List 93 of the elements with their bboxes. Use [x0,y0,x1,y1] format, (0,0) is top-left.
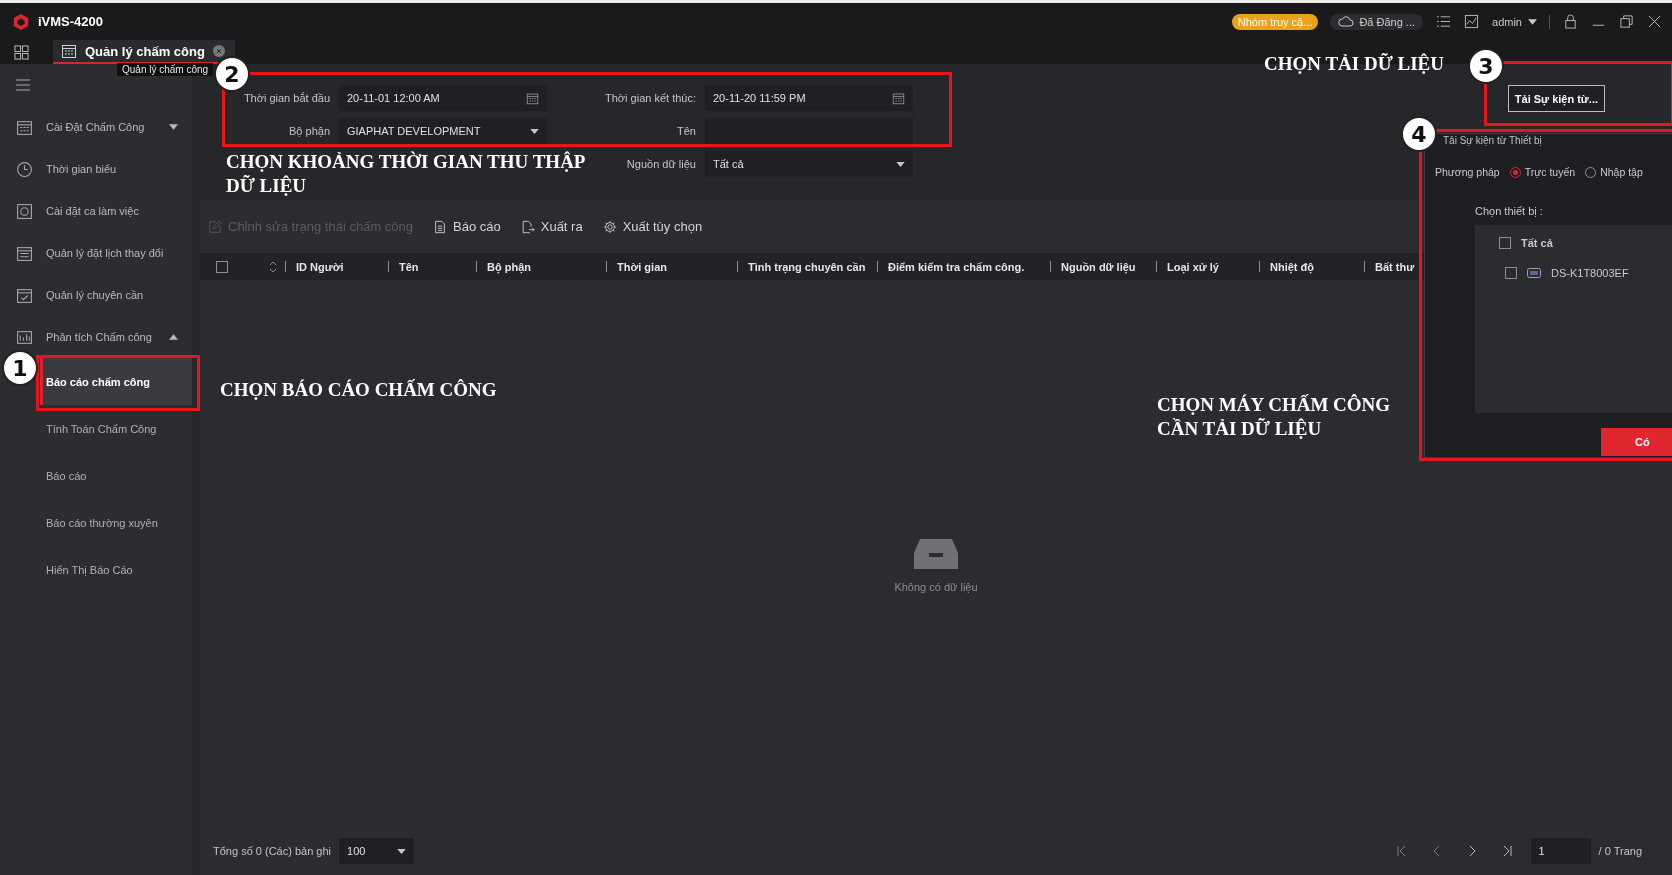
toolbar-button[interactable]: Xuất tùy chọn [602,219,703,234]
step-caption: CHỌN MÁY CHẤM CÔNG CẦN TẢI DỮ LIỆU [1157,393,1392,441]
select-all-label: Tất cả [1521,237,1553,249]
sidebar-item[interactable]: Quản lý đặt lịch thay đổi [0,232,192,274]
device-name: DS-K1T8003EF [1551,267,1629,279]
empty-message: Không có dữ liệu [894,581,978,593]
calendar-icon [16,118,33,136]
sidebar-item[interactable]: Quản lý chuyên cần [0,274,192,316]
sidebar-subitem[interactable]: Báo cáo thường xuyên [40,499,192,546]
grid-icon[interactable] [14,45,29,60]
cloud-status-button[interactable]: Đã Đăng ... [1330,13,1424,30]
module-tab[interactable]: Quản lý chấm công [53,40,235,64]
tooltip: Quản lý chấm công [117,63,214,76]
toolbar-button[interactable]: Xuất ra [520,219,583,234]
cloud-icon [1338,16,1355,27]
sort-icon[interactable] [269,260,277,273]
sidebar-subitem[interactable]: Báo cáo chấm công [40,358,192,405]
document-icon [433,219,448,234]
sidebar-item[interactable]: Cài đặt ca làm việc [0,190,192,232]
caret-icon[interactable] [896,161,905,167]
step-caption: CHỌN TẢI DỮ LIỆU [1264,52,1444,76]
column-header[interactable]: Nhiệt độ [1270,260,1314,273]
caret-icon[interactable] [1528,18,1537,25]
column-header[interactable]: Bộ phận [487,260,531,273]
user-name[interactable]: admin [1492,15,1522,28]
select-all-checkbox[interactable] [216,260,228,273]
caret-icon[interactable] [169,334,178,340]
page-total: / 0 Trang [1598,845,1642,857]
step-caption: CHỌN BÁO CÁO CHẤM CÔNG [220,378,497,402]
first-page-icon[interactable] [1395,845,1408,857]
device-label: Chọn thiết bị : [1475,205,1543,217]
column-header[interactable]: Tình trạng chuyên cần [748,260,866,273]
settings-icon [602,219,617,234]
empty-tray-icon [912,537,960,571]
column-header[interactable]: Bất thư [1375,260,1415,273]
chart-icon[interactable] [1464,14,1480,29]
lock-icon[interactable] [1563,14,1578,29]
calendar-icon[interactable] [526,91,539,105]
step-number: 4 [1401,116,1437,152]
step-caption: CHỌN KHOẢNG THỜI GIAN THU THẬP DỮ LIỆU [226,150,586,198]
caret-icon[interactable] [169,124,178,130]
calendar-icon [61,43,77,59]
department-dropdown[interactable]: GIAPHAT DEVELOPMENT [339,118,547,144]
pencil-icon [208,219,222,234]
data-source-dropdown[interactable]: Tất cả [705,151,913,177]
restore-icon[interactable] [1619,14,1634,29]
toolbar-button[interactable]: Báo cáo [433,219,501,234]
sidebar-item[interactable]: Cài Đặt Chấm Công [0,106,192,148]
field-label: Thời gian bắt đầu [242,92,330,104]
sidebar-subitem[interactable]: Tính Toán Chấm Công [40,405,192,452]
sidebar-subitem[interactable]: Hiển Thị Báo Cáo [40,546,192,593]
shift-icon [16,202,33,220]
page-number-field[interactable]: 1 [1530,838,1591,864]
export-icon [520,219,535,234]
date-field[interactable]: 20-11-20 11:59 PM [705,85,913,111]
caret-icon[interactable] [530,128,539,134]
column-header[interactable]: Tên [399,260,419,273]
column-header[interactable]: Thời gian [617,260,667,273]
caret-icon[interactable] [397,848,406,854]
sidebar-subitem[interactable]: Báo cáo [40,452,192,499]
field-label: Bộ phận [288,125,330,137]
method-radio[interactable]: Trực tuyến [1509,166,1576,178]
column-header[interactable]: ID Người [296,260,344,273]
schedule-icon [16,244,33,262]
step-number: 3 [1468,48,1504,84]
column-header[interactable]: Nguồn dữ liệu [1061,260,1136,273]
logo-icon [12,12,30,31]
check-calendar-icon [16,286,33,304]
field-label: Tên [676,125,696,137]
record-count: Tổng số 0 (Các) bản ghi [213,845,331,857]
device-icon [1527,268,1541,278]
method-label: Phương pháp [1435,166,1500,178]
menu-icon[interactable] [16,79,30,91]
page-size-dropdown[interactable]: 100 [339,838,414,864]
column-header[interactable]: Điểm kiểm tra chấm công. [888,260,1025,273]
list-icon[interactable] [1436,14,1452,29]
chart-icon [16,328,33,346]
checkbox[interactable] [1505,267,1517,279]
date-field[interactable]: 20-11-01 12:00 AM [339,85,547,111]
confirm-button[interactable]: Có [1601,428,1672,456]
column-header[interactable]: Loại xử lý [1167,260,1219,273]
field-label: Thời gian kết thúc: [604,92,696,104]
window-title: iVMS-4200 [38,14,104,29]
calendar-icon[interactable] [892,91,905,105]
close-icon[interactable] [1647,14,1662,29]
sidebar-item[interactable]: Thời gian biểu [0,148,192,190]
clock-icon [16,160,33,178]
checkbox[interactable] [1499,237,1511,249]
name-field[interactable] [705,118,913,144]
method-radio[interactable]: Nhập tập [1585,166,1643,178]
dialog-title: Tải Sự kiện từ Thiết bị [1443,135,1542,146]
download-events-button[interactable]: Tải Sự kiện từ... [1507,85,1605,112]
step-number: 2 [214,56,250,92]
